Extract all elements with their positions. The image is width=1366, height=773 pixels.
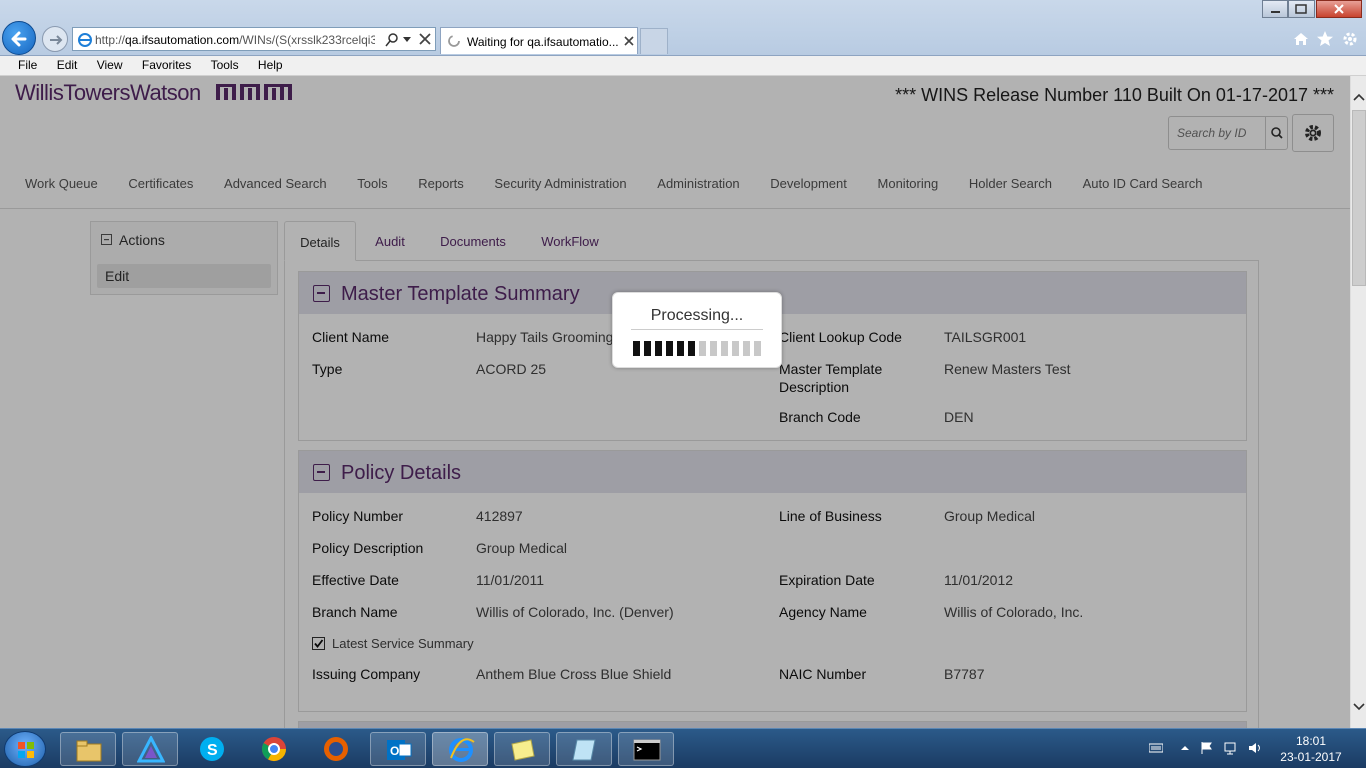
forward-button[interactable] [42, 26, 68, 52]
ie-page-icon [78, 33, 92, 47]
taskbar-firefox[interactable] [308, 732, 364, 766]
address-bar[interactable]: http://qa.ifsautomation.com/WINs/(S(xrss… [72, 27, 436, 51]
clock-date: 23-01-2017 [1280, 750, 1342, 764]
progress-segment [633, 341, 640, 356]
scroll-down-icon[interactable] [1353, 700, 1365, 712]
maximize-button[interactable] [1288, 0, 1315, 18]
progress-segment [732, 341, 739, 356]
scroll-up-icon[interactable] [1353, 92, 1365, 104]
menu-tools[interactable]: Tools [203, 56, 247, 74]
back-button[interactable] [2, 21, 36, 55]
browser-menubar: File Edit View Favorites Tools Help [0, 56, 1366, 76]
processing-dialog: Processing... [612, 292, 782, 368]
progress-segment [721, 341, 728, 356]
vertical-scrollbar[interactable] [1350, 76, 1366, 728]
menu-help[interactable]: Help [250, 56, 291, 74]
taskbar-sticky-notes[interactable] [494, 732, 550, 766]
arrow-right-icon [50, 35, 63, 45]
start-button[interactable] [4, 731, 46, 767]
volume-icon[interactable] [1248, 741, 1262, 755]
progress-segment [655, 341, 662, 356]
menu-favorites[interactable]: Favorites [134, 56, 199, 74]
keyboard-icon[interactable] [1149, 741, 1163, 755]
tab-close-icon[interactable] [624, 36, 634, 46]
arrow-left-icon [11, 31, 27, 47]
taskbar-command-prompt[interactable] [618, 732, 674, 766]
triangle-app-icon [137, 736, 165, 763]
command-prompt-icon [633, 739, 661, 761]
menu-edit[interactable]: Edit [49, 56, 86, 74]
modal-overlay [0, 76, 1350, 728]
taskbar-file-explorer[interactable] [60, 732, 116, 766]
network-icon[interactable] [1224, 741, 1238, 755]
outlook-icon: O [387, 740, 412, 760]
new-tab-button[interactable] [640, 28, 668, 54]
processing-text: Processing... [650, 307, 744, 324]
address-text: http://qa.ifsautomation.com/WINs/(S(xrss… [95, 33, 375, 47]
progress-segment [666, 341, 673, 356]
taskbar-skype[interactable]: S [184, 732, 240, 766]
clock-time: 18:01 [1295, 734, 1327, 748]
progress-segment [754, 341, 761, 356]
progress-segment [644, 341, 651, 356]
loading-spinner-icon [448, 35, 460, 47]
notepad-icon [572, 739, 596, 761]
home-icon[interactable] [1293, 31, 1309, 47]
processing-divider [631, 329, 763, 330]
favorites-star-icon[interactable] [1316, 30, 1334, 48]
svg-text:S: S [207, 742, 218, 759]
taskbar-outlook[interactable]: O [370, 732, 426, 766]
scroll-thumb[interactable] [1352, 110, 1366, 286]
skype-icon: S [200, 737, 224, 761]
menu-file[interactable]: File [0, 56, 45, 74]
progress-segment [677, 341, 684, 356]
progress-segment [688, 341, 695, 356]
stop-icon[interactable] [419, 33, 431, 45]
browser-titlebar: http://qa.ifsautomation.com/WINs/(S(xrss… [0, 0, 1366, 56]
menu-view[interactable]: View [89, 56, 131, 74]
chrome-icon [261, 737, 286, 762]
windows-logo-icon [18, 742, 34, 758]
firefox-icon [324, 737, 348, 761]
settings-gear-icon[interactable] [1341, 30, 1359, 48]
chevron-down-icon[interactable] [403, 37, 411, 43]
windows-taskbar: S O 18:01 23-01-2017 [0, 728, 1366, 768]
close-button[interactable] [1316, 0, 1362, 18]
taskbar-azure-app[interactable] [122, 732, 178, 766]
progress-segment [710, 341, 717, 356]
minimize-button[interactable] [1262, 0, 1288, 18]
sticky-notes-icon [511, 739, 535, 761]
tray-expand-icon[interactable] [1178, 741, 1192, 755]
taskbar-chrome[interactable] [246, 732, 302, 766]
folder-icon [76, 740, 102, 762]
web-page: WillisTowersWatson *** WINS Release Numb… [0, 76, 1350, 728]
taskbar-notepad[interactable] [556, 732, 612, 766]
internet-explorer-icon [449, 738, 475, 762]
progress-segment [699, 341, 706, 356]
progress-segment [743, 341, 750, 356]
svg-text:O: O [390, 744, 399, 758]
system-clock[interactable]: 18:01 23-01-2017 [1272, 733, 1350, 765]
action-center-flag-icon[interactable] [1200, 741, 1214, 755]
search-icon[interactable] [385, 33, 399, 47]
tab-title: Waiting for qa.ifsautomatio... [467, 35, 619, 49]
taskbar-internet-explorer[interactable] [432, 732, 488, 766]
browser-tab-active[interactable]: Waiting for qa.ifsautomatio... [440, 27, 638, 54]
